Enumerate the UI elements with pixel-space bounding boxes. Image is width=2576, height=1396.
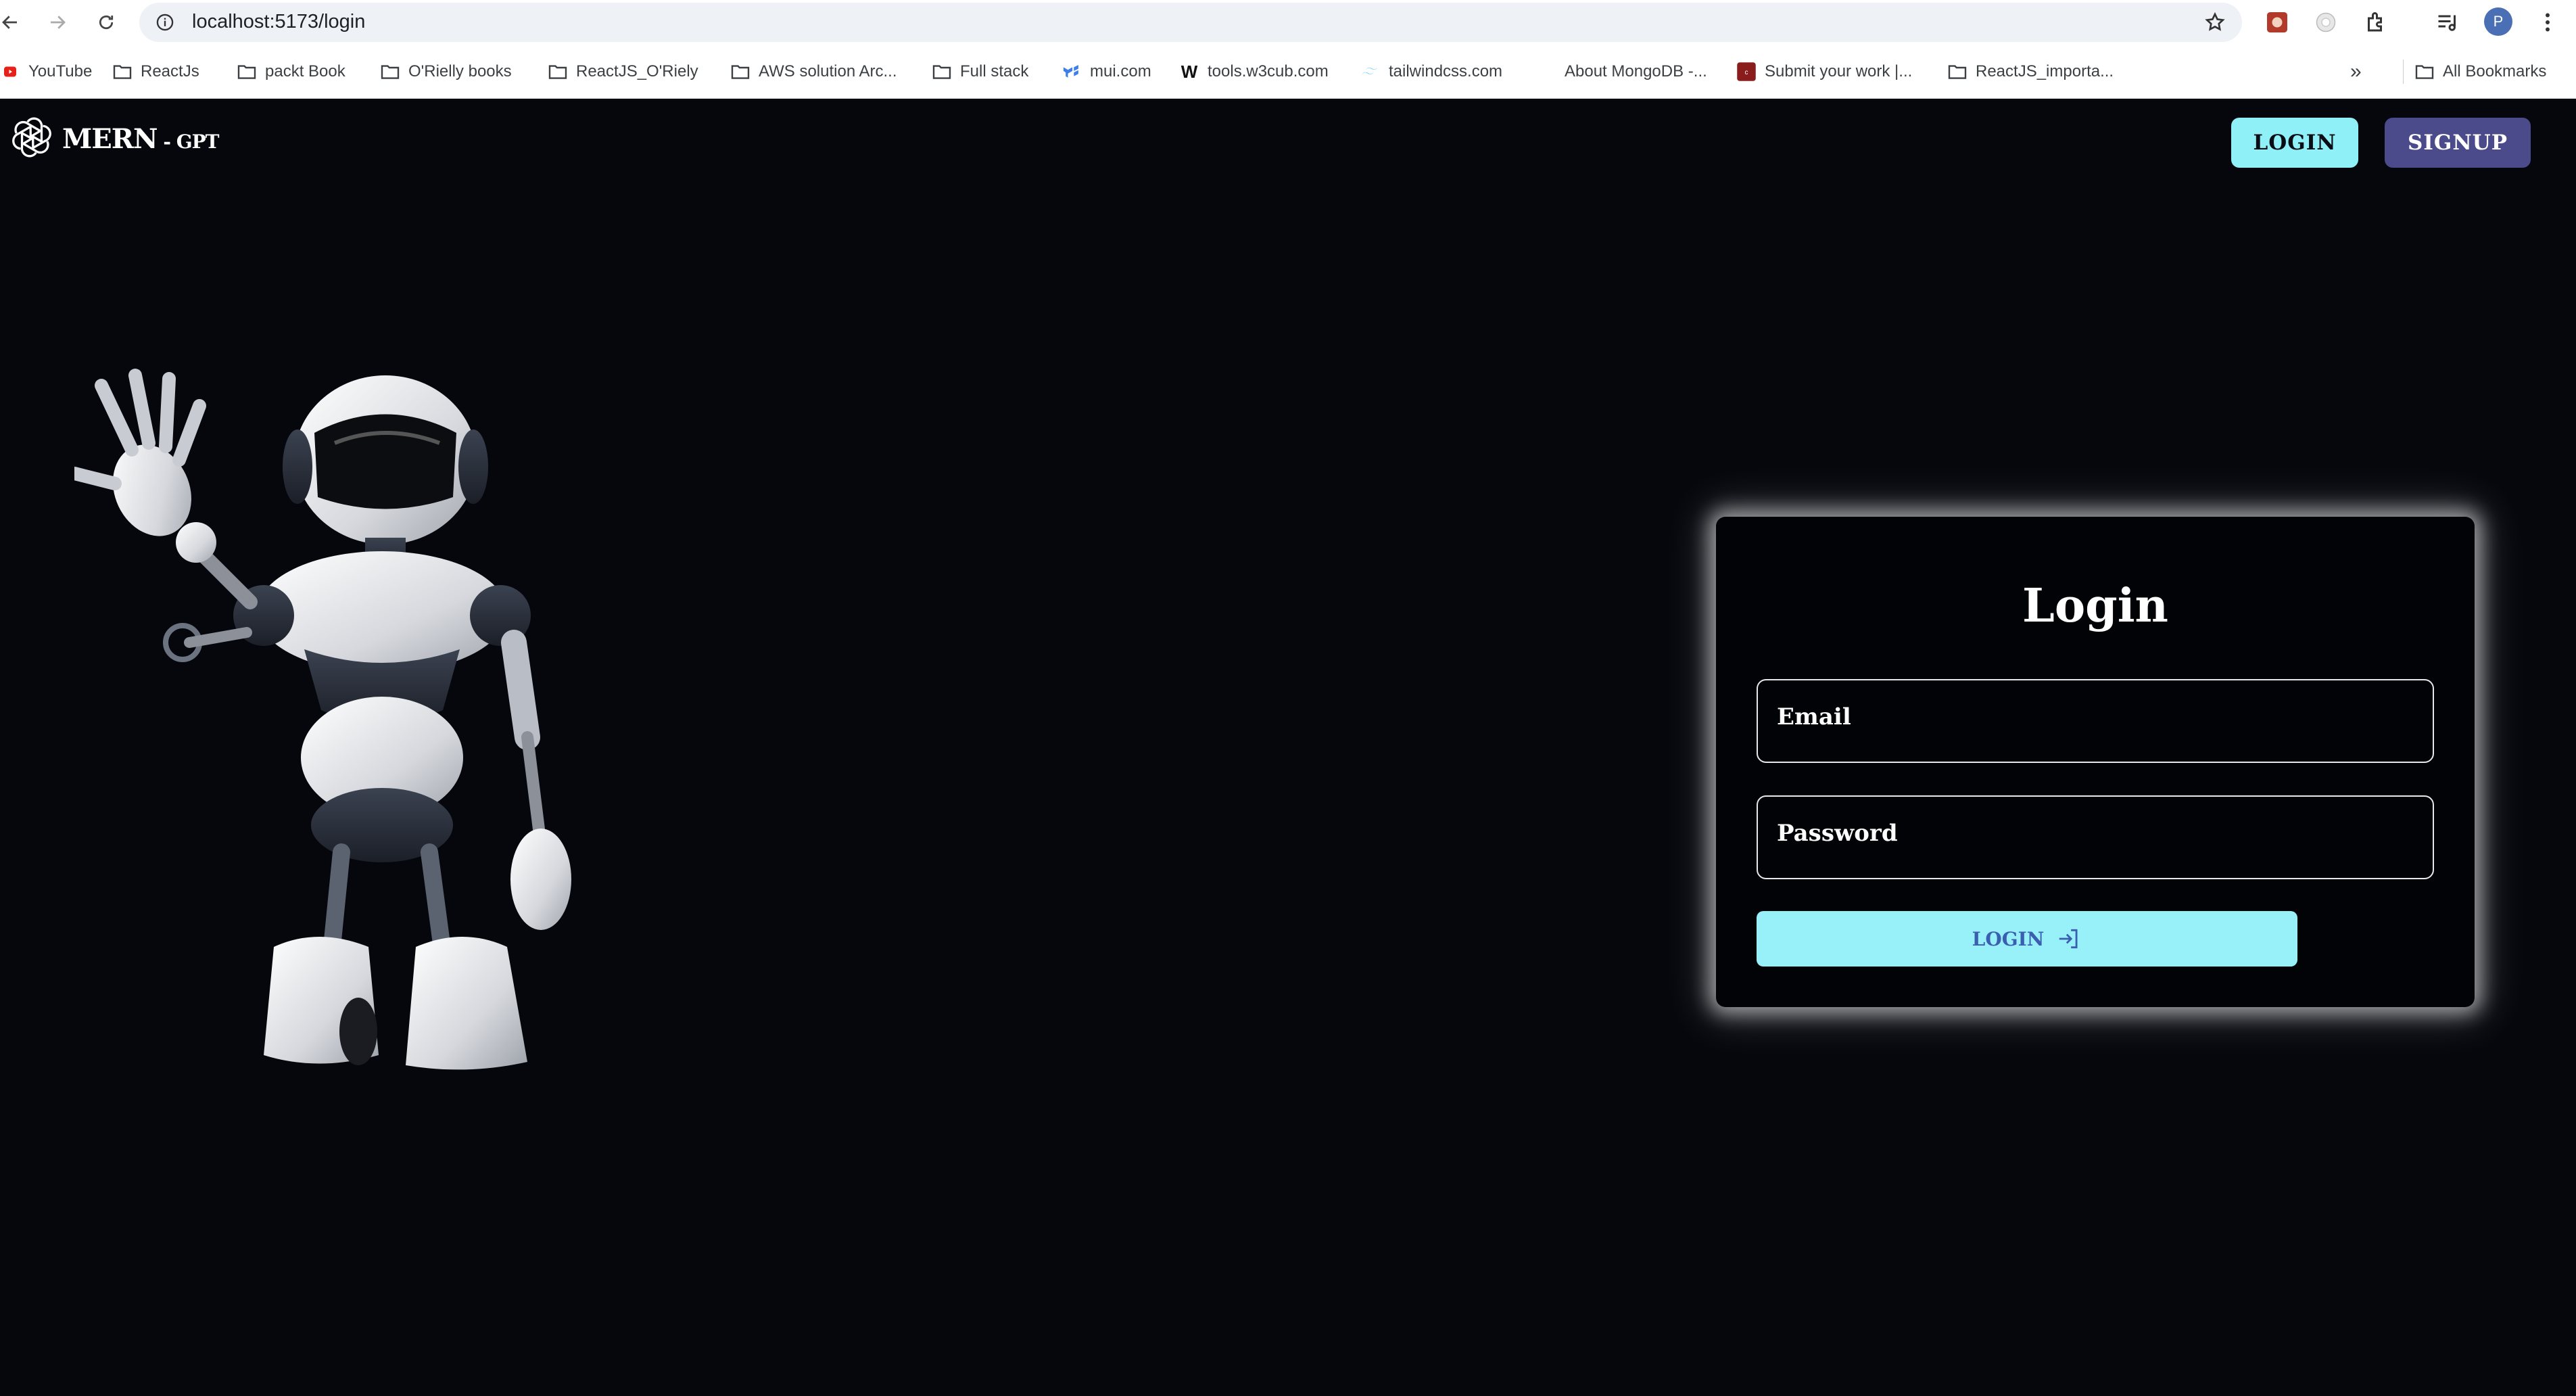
password-field[interactable]: Password — [1757, 795, 2434, 879]
bookmark-tailwind[interactable]: tailwindcss.com — [1360, 60, 1502, 84]
folder-icon — [112, 63, 133, 80]
bookmark-label: packt Book — [265, 62, 345, 80]
bookmark-label: tailwindcss.com — [1389, 62, 1503, 80]
bookmark-label: ReactJS_O'Riely — [576, 62, 698, 80]
openai-logo-icon[interactable] — [11, 116, 53, 158]
extension-icon[interactable] — [2312, 9, 2339, 36]
header-signup-button[interactable]: SIGNUP — [2385, 118, 2531, 168]
bookmark-label: About MongoDB -... — [1565, 62, 1707, 80]
media-controls-icon[interactable] — [2434, 9, 2461, 36]
logo-main: MERN — [62, 123, 158, 155]
mui-icon — [1062, 63, 1082, 80]
bookmark-folder[interactable]: ReactJs — [112, 60, 199, 84]
youtube-icon — [0, 63, 20, 80]
login-submit-label: LOGIN — [1972, 927, 2045, 950]
header-login-button[interactable]: LOGIN — [2231, 118, 2358, 168]
bookmark-label: All Bookmarks — [2443, 62, 2547, 80]
email-label: Email — [1777, 703, 1851, 730]
folder-icon — [548, 63, 568, 80]
bookmark-label: ReactJs — [141, 62, 199, 80]
bookmarks-overflow-button[interactable]: » — [2350, 60, 2362, 84]
folder-icon — [730, 63, 750, 80]
folder-icon — [2414, 63, 2435, 80]
bookmark-youtube[interactable]: YouTube — [0, 60, 92, 84]
folder-icon — [1947, 63, 1967, 80]
app-header: MERN - GPT LOGIN SIGNUP — [0, 99, 2576, 187]
bookmark-label: tools.w3cub.com — [1208, 62, 1329, 80]
email-field[interactable]: Email — [1757, 679, 2434, 763]
bookmark-folder[interactable]: ReactJS_O'Riely — [548, 60, 698, 84]
bookmark-folder[interactable]: packt Book — [237, 60, 345, 84]
forward-icon[interactable] — [41, 5, 74, 39]
site-info-icon[interactable] — [156, 13, 174, 32]
browser-toolbar: localhost:5173/login P — [0, 0, 2576, 45]
bookmark-label: mui.com — [1090, 62, 1151, 80]
address-bar[interactable]: localhost:5173/login — [139, 3, 2242, 42]
bookmark-label: ReactJS_importa... — [1976, 62, 2114, 80]
profile-avatar[interactable]: P — [2484, 7, 2512, 36]
bookmark-folder[interactable]: O'Rielly books — [380, 60, 512, 84]
url-text[interactable]: localhost:5173/login — [192, 11, 365, 33]
bookmark-label: AWS solution Arc... — [759, 62, 897, 80]
bookmark-w3cub[interactable]: W tools.w3cub.com — [1179, 60, 1329, 84]
folder-icon — [237, 63, 257, 80]
bookmark-label: YouTube — [28, 62, 93, 80]
bookmark-mongodb[interactable]: About MongoDB -... — [1565, 60, 1707, 84]
bookmark-mui[interactable]: mui.com — [1062, 60, 1151, 84]
bookmark-submit-work[interactable]: c Submit your work |... — [1736, 60, 1912, 84]
login-icon — [2059, 929, 2078, 949]
all-bookmarks-button[interactable]: All Bookmarks — [2403, 60, 2546, 84]
w3cub-icon: W — [1180, 61, 1198, 82]
back-icon[interactable] — [0, 5, 27, 39]
login-title: Login — [2022, 579, 2168, 633]
login-submit-button[interactable]: LOGIN — [1757, 911, 2297, 967]
robot-illustration — [74, 369, 571, 1070]
bookmarks-bar: YouTube ReactJs packt Book O'Rielly book… — [0, 45, 2576, 99]
svg-text:c: c — [1745, 69, 1748, 76]
folder-icon — [932, 63, 952, 80]
bookmark-folder[interactable]: AWS solution Arc... — [730, 60, 897, 84]
browser-menu-icon[interactable] — [2534, 9, 2561, 36]
app-logo-text[interactable]: MERN - GPT — [62, 123, 219, 155]
reload-icon[interactable] — [89, 5, 123, 39]
puzzle-extensions-icon[interactable] — [2362, 9, 2389, 36]
bookmark-label: O'Rielly books — [408, 62, 512, 80]
site-icon: c — [1736, 62, 1757, 81]
bookmark-label: Full stack — [960, 62, 1029, 80]
login-card: Login Email Password LOGIN — [1716, 517, 2475, 1007]
bookmark-label: Submit your work |... — [1765, 62, 1913, 80]
bookmark-folder[interactable]: ReactJS_importa... — [1947, 60, 2114, 84]
bookmark-star-icon[interactable] — [2204, 11, 2226, 33]
password-label: Password — [1777, 820, 1898, 847]
tailwind-icon — [1360, 63, 1381, 80]
extension-icon[interactable] — [2264, 9, 2291, 36]
bookmark-folder[interactable]: Full stack — [932, 60, 1028, 84]
logo-sub: - GPT — [157, 131, 219, 153]
folder-icon — [380, 63, 400, 80]
